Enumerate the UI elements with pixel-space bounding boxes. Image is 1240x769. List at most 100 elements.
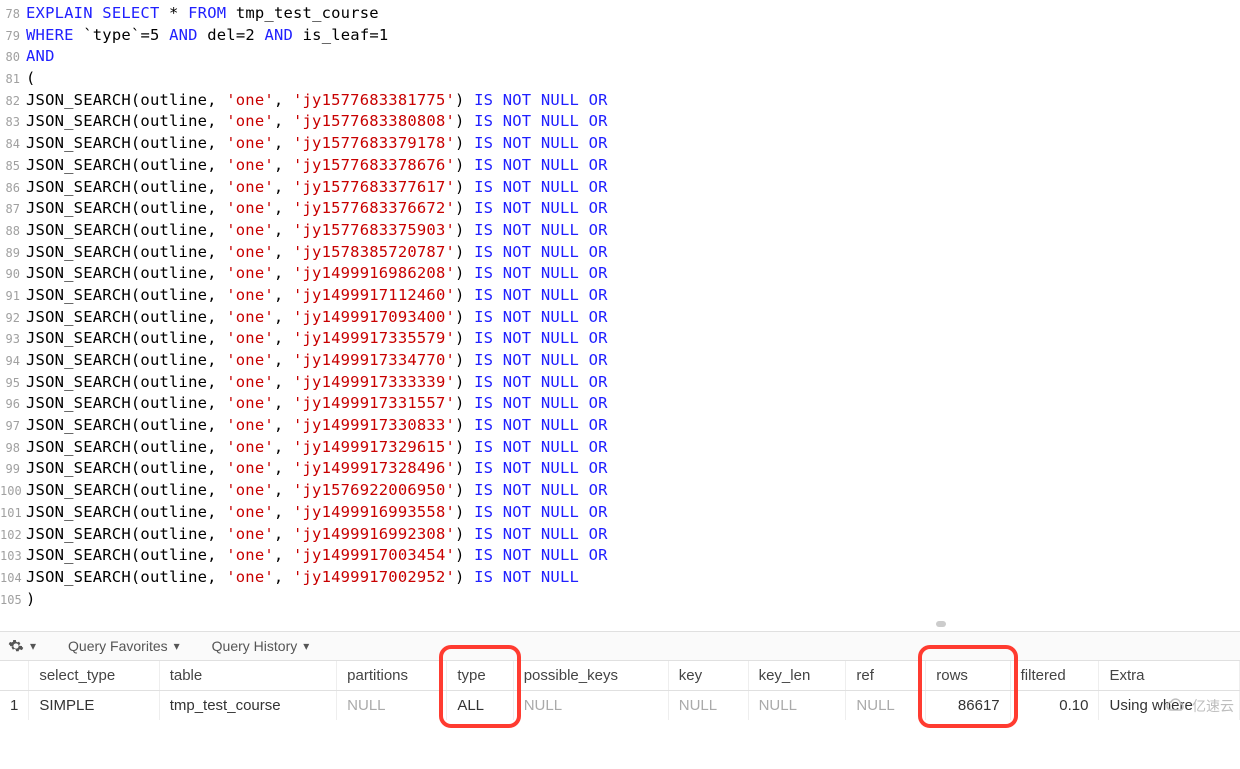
line-number: 95 xyxy=(0,376,26,390)
line-number: 84 xyxy=(0,137,26,151)
watermark: 亿速云 xyxy=(1164,696,1234,716)
col-key[interactable]: key xyxy=(668,661,748,691)
line-number: 99 xyxy=(0,462,26,476)
line-number: 78 xyxy=(0,7,26,21)
line-number: 88 xyxy=(0,224,26,238)
code-content: JSON_SEARCH(outline, 'one', 'jy157768337… xyxy=(26,199,608,217)
code-line[interactable]: 99JSON_SEARCH(outline, 'one', 'jy1499917… xyxy=(0,459,1240,481)
col-type[interactable]: type xyxy=(447,661,513,691)
line-number: 79 xyxy=(0,29,26,43)
line-number: 85 xyxy=(0,159,26,173)
code-line[interactable]: 83JSON_SEARCH(outline, 'one', 'jy1577683… xyxy=(0,112,1240,134)
line-number: 94 xyxy=(0,354,26,368)
col-Extra[interactable]: Extra xyxy=(1099,661,1240,691)
code-content: JSON_SEARCH(outline, 'one', 'jy149991709… xyxy=(26,308,608,326)
cell-key[interactable]: NULL xyxy=(668,691,748,721)
col-rownum[interactable] xyxy=(0,661,29,691)
code-line[interactable]: 86JSON_SEARCH(outline, 'one', 'jy1577683… xyxy=(0,178,1240,200)
chevron-down-icon: ▾ xyxy=(30,639,36,653)
code-line[interactable]: 80AND xyxy=(0,47,1240,69)
col-filtered[interactable]: filtered xyxy=(1010,661,1099,691)
code-content: JSON_SEARCH(outline, 'one', 'jy157768337… xyxy=(26,134,608,152)
code-content: EXPLAIN SELECT * FROM tmp_test_course xyxy=(26,4,379,22)
code-line[interactable]: 78EXPLAIN SELECT * FROM tmp_test_course xyxy=(0,4,1240,26)
cell-type[interactable]: ALL xyxy=(447,691,513,721)
query-favorites-label: Query Favorites xyxy=(68,638,168,654)
line-number: 83 xyxy=(0,115,26,129)
line-number: 81 xyxy=(0,72,26,86)
line-number: 87 xyxy=(0,202,26,216)
explain-results-table[interactable]: select_typetablepartitionstypepossible_k… xyxy=(0,661,1240,720)
code-line[interactable]: 101JSON_SEARCH(outline, 'one', 'jy149991… xyxy=(0,503,1240,525)
line-number: 102 xyxy=(0,528,26,542)
code-content: AND xyxy=(26,47,55,65)
code-line[interactable]: 81( xyxy=(0,69,1240,91)
code-content: WHERE `type`=5 AND del=2 AND is_leaf=1 xyxy=(26,26,388,44)
code-line[interactable]: 96JSON_SEARCH(outline, 'one', 'jy1499917… xyxy=(0,394,1240,416)
code-content: JSON_SEARCH(outline, 'one', 'jy157768337… xyxy=(26,156,608,174)
code-content: JSON_SEARCH(outline, 'one', 'jy149991733… xyxy=(26,416,608,434)
code-line[interactable]: 92JSON_SEARCH(outline, 'one', 'jy1499917… xyxy=(0,308,1240,330)
code-line[interactable]: 105) xyxy=(0,590,1240,612)
col-ref[interactable]: ref xyxy=(846,661,926,691)
query-favorites-menu[interactable]: Query Favorites ▾ xyxy=(68,638,180,654)
line-number: 101 xyxy=(0,506,26,520)
col-rows[interactable]: rows xyxy=(926,661,1010,691)
results-panel: select_typetablepartitionstypepossible_k… xyxy=(0,661,1240,720)
code-line[interactable]: 91JSON_SEARCH(outline, 'one', 'jy1499917… xyxy=(0,286,1240,308)
table-row[interactable]: 1SIMPLEtmp_test_courseNULLALLNULLNULLNUL… xyxy=(0,691,1240,721)
code-line[interactable]: 95JSON_SEARCH(outline, 'one', 'jy1499917… xyxy=(0,373,1240,395)
code-content: JSON_SEARCH(outline, 'one', 'jy149991698… xyxy=(26,264,608,282)
code-line[interactable]: 89JSON_SEARCH(outline, 'one', 'jy1578385… xyxy=(0,243,1240,265)
cell-filtered[interactable]: 0.10 xyxy=(1010,691,1099,721)
code-line[interactable]: 90JSON_SEARCH(outline, 'one', 'jy1499916… xyxy=(0,264,1240,286)
cell-rownum[interactable]: 1 xyxy=(0,691,29,721)
code-content: JSON_SEARCH(outline, 'one', 'jy149991733… xyxy=(26,394,608,412)
cell-table[interactable]: tmp_test_course xyxy=(159,691,336,721)
code-content: JSON_SEARCH(outline, 'one', 'jy157692200… xyxy=(26,481,608,499)
code-line[interactable]: 82JSON_SEARCH(outline, 'one', 'jy1577683… xyxy=(0,91,1240,113)
line-number: 86 xyxy=(0,181,26,195)
sql-editor[interactable]: 78EXPLAIN SELECT * FROM tmp_test_course7… xyxy=(0,0,1240,617)
code-line[interactable]: 84JSON_SEARCH(outline, 'one', 'jy1577683… xyxy=(0,134,1240,156)
col-possible_keys[interactable]: possible_keys xyxy=(513,661,668,691)
cell-partitions[interactable]: NULL xyxy=(337,691,447,721)
cell-rows[interactable]: 86617 xyxy=(926,691,1010,721)
col-select_type[interactable]: select_type xyxy=(29,661,159,691)
query-history-menu[interactable]: Query History ▾ xyxy=(212,638,310,654)
code-line[interactable]: 104JSON_SEARCH(outline, 'one', 'jy149991… xyxy=(0,568,1240,590)
gear-icon xyxy=(8,638,24,654)
col-key_len[interactable]: key_len xyxy=(748,661,846,691)
col-table[interactable]: table xyxy=(159,661,336,691)
code-content: ( xyxy=(26,69,36,87)
code-line[interactable]: 97JSON_SEARCH(outline, 'one', 'jy1499917… xyxy=(0,416,1240,438)
settings-menu[interactable]: ▾ xyxy=(8,638,36,654)
code-content: JSON_SEARCH(outline, 'one', 'jy149991733… xyxy=(26,329,608,347)
code-line[interactable]: 94JSON_SEARCH(outline, 'one', 'jy1499917… xyxy=(0,351,1240,373)
line-number: 104 xyxy=(0,571,26,585)
code-line[interactable]: 98JSON_SEARCH(outline, 'one', 'jy1499917… xyxy=(0,438,1240,460)
line-number: 80 xyxy=(0,50,26,64)
code-line[interactable]: 93JSON_SEARCH(outline, 'one', 'jy1499917… xyxy=(0,329,1240,351)
code-content: JSON_SEARCH(outline, 'one', 'jy149991711… xyxy=(26,286,608,304)
code-line[interactable]: 102JSON_SEARCH(outline, 'one', 'jy149991… xyxy=(0,525,1240,547)
code-line[interactable]: 103JSON_SEARCH(outline, 'one', 'jy149991… xyxy=(0,546,1240,568)
code-line[interactable]: 100JSON_SEARCH(outline, 'one', 'jy157692… xyxy=(0,481,1240,503)
cell-possible_keys[interactable]: NULL xyxy=(513,691,668,721)
code-line[interactable]: 87JSON_SEARCH(outline, 'one', 'jy1577683… xyxy=(0,199,1240,221)
line-number: 89 xyxy=(0,246,26,260)
cell-select_type[interactable]: SIMPLE xyxy=(29,691,159,721)
code-line[interactable]: 85JSON_SEARCH(outline, 'one', 'jy1577683… xyxy=(0,156,1240,178)
code-content: JSON_SEARCH(outline, 'one', 'jy149991732… xyxy=(26,438,608,456)
watermark-text: 亿速云 xyxy=(1192,696,1234,716)
col-partitions[interactable]: partitions xyxy=(337,661,447,691)
code-line[interactable]: 88JSON_SEARCH(outline, 'one', 'jy1577683… xyxy=(0,221,1240,243)
code-content: JSON_SEARCH(outline, 'one', 'jy149991699… xyxy=(26,503,608,521)
line-number: 96 xyxy=(0,397,26,411)
cell-key_len[interactable]: NULL xyxy=(748,691,846,721)
line-number: 100 xyxy=(0,484,26,498)
line-number: 103 xyxy=(0,549,26,563)
cell-ref[interactable]: NULL xyxy=(846,691,926,721)
code-line[interactable]: 79WHERE `type`=5 AND del=2 AND is_leaf=1 xyxy=(0,26,1240,48)
line-number: 82 xyxy=(0,94,26,108)
